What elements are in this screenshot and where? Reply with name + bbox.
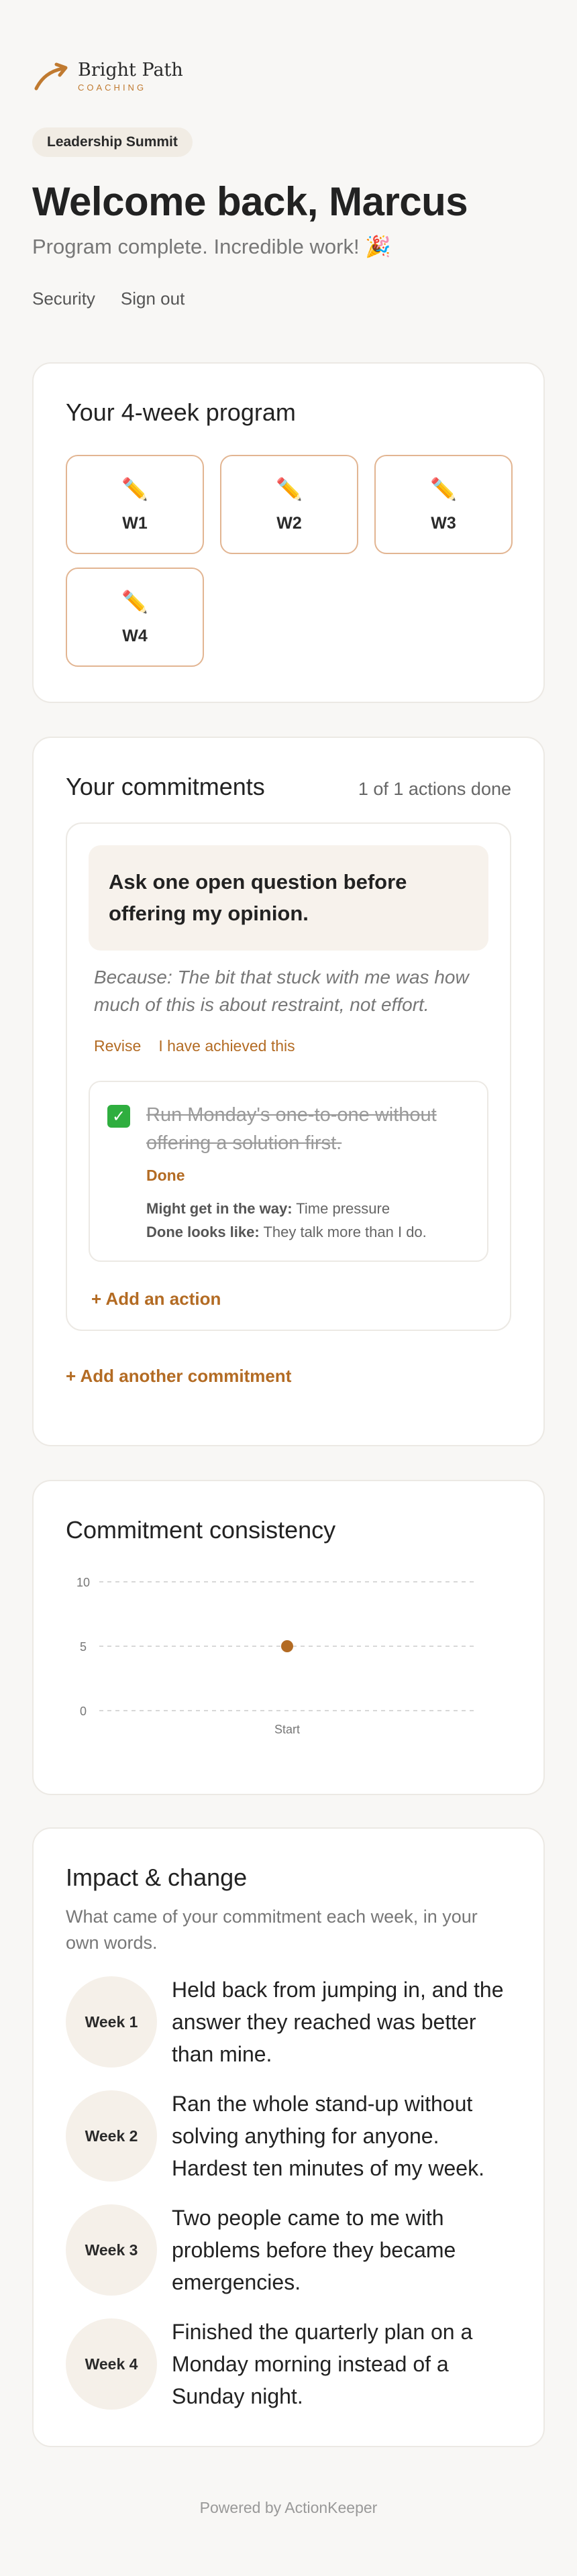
week-label: W4	[122, 626, 148, 645]
impact-subtitle: What came of your commitment each week, …	[66, 1907, 478, 1953]
week-button-w1[interactable]: ✏️ W1	[66, 455, 204, 554]
done-looks-like-value: They talk more than I do.	[263, 1224, 427, 1241]
page-title: Welcome back, Marcus	[32, 179, 468, 224]
program-badge: Leadership Summit	[32, 127, 193, 157]
consistency-chart: 0 5 10 Start	[66, 1571, 511, 1756]
commitment-reason: Because: The bit that stuck with me was …	[94, 967, 469, 1015]
action-meta: Might get in the way: Time pressure Done…	[146, 1197, 468, 1244]
impact-text: Finished the quarterly plan on a Monday …	[172, 2320, 473, 2409]
status-text: Program complete. Incredible work! 🎉	[32, 235, 391, 258]
chart-svg: 0 5 10 Start	[76, 1576, 475, 1736]
impact-row: Week 1 Held back from jumping in, and th…	[66, 1974, 511, 2070]
obstacle-label: Might get in the way:	[146, 1200, 293, 1218]
pencil-icon: ✏️	[430, 476, 457, 501]
impact-text: Ran the whole stand-up without solving a…	[172, 2092, 484, 2181]
impact-card: Impact & change What came of your commit…	[32, 1827, 545, 2447]
done-looks-like-label: Done looks like:	[146, 1224, 260, 1241]
brand-subtitle: COACHING	[78, 83, 147, 93]
week-button-w2[interactable]: ✏️ W2	[220, 455, 358, 554]
action-item: ✓ Run Monday's one-to-one without offeri…	[89, 1081, 488, 1262]
week-label: W1	[122, 513, 148, 533]
week-button-w3[interactable]: ✏️ W3	[374, 455, 513, 554]
y-tick-label: 5	[80, 1640, 87, 1654]
commitment-goal: Ask one open question before offering my…	[89, 845, 488, 951]
revise-button[interactable]: Revise	[94, 1037, 141, 1055]
week-grid: ✏️ W1 ✏️ W2 ✏️ W3 ✏️ W4	[66, 455, 513, 667]
add-commitment-button[interactable]: + Add another commitment	[66, 1366, 511, 1387]
pencil-icon: ✏️	[121, 476, 148, 501]
impact-title: Impact & change	[66, 1864, 248, 1891]
consistency-title: Commitment consistency	[66, 1516, 336, 1544]
security-link[interactable]: Security	[32, 288, 95, 309]
impact-list: Week 1 Held back from jumping in, and th…	[66, 1974, 511, 2412]
obstacle-value: Time pressure	[296, 1200, 390, 1218]
achieved-button[interactable]: I have achieved this	[158, 1037, 295, 1055]
sign-out-link[interactable]: Sign out	[121, 288, 185, 309]
week-badge: Week 4	[66, 2318, 157, 2410]
impact-row: Week 4 Finished the quarterly plan on a …	[66, 2316, 511, 2412]
add-action-button[interactable]: + Add an action	[89, 1289, 488, 1309]
commitments-card: Your commitments 1 of 1 actions done Ask…	[32, 737, 545, 1446]
y-tick-label: 10	[76, 1576, 90, 1589]
week-badge: Week 3	[66, 2204, 157, 2296]
footer-text: Powered by ActionKeeper	[199, 2499, 378, 2516]
x-tick-label: Start	[274, 1723, 300, 1736]
checkbox-checked-icon[interactable]: ✓	[107, 1105, 130, 1128]
action-status: Done	[146, 1167, 185, 1185]
action-text: Run Monday's one-to-one without offering…	[146, 1104, 437, 1155]
commitment-item: Ask one open question before offering my…	[66, 822, 511, 1331]
impact-text: Two people came to me with problems befo…	[172, 2206, 456, 2295]
actions-count: 1 of 1 actions done	[358, 779, 511, 799]
pencil-icon: ✏️	[276, 476, 303, 501]
impact-row: Week 3 Two people came to me with proble…	[66, 2202, 511, 2298]
program-title: Your 4-week program	[66, 398, 296, 426]
y-tick-label: 0	[80, 1705, 87, 1718]
impact-text: Held back from jumping in, and the answe…	[172, 1978, 504, 2067]
data-point	[281, 1640, 293, 1652]
brand-logo: Bright Path COACHING	[32, 0, 545, 93]
program-card: Your 4-week program ✏️ W1 ✏️ W2 ✏️ W3 ✏️…	[32, 362, 545, 703]
week-button-w4[interactable]: ✏️ W4	[66, 568, 204, 667]
week-label: W2	[276, 513, 302, 533]
arrow-logo-icon	[34, 62, 68, 91]
account-links: Security Sign out	[32, 288, 545, 309]
commitments-title: Your commitments	[66, 773, 265, 800]
week-badge: Week 1	[66, 1976, 157, 2068]
week-badge: Week 2	[66, 2090, 157, 2182]
consistency-card: Commitment consistency 0 5 10 Start	[32, 1480, 545, 1795]
week-label: W3	[431, 513, 456, 533]
brand-name: Bright Path	[78, 60, 183, 80]
pencil-icon: ✏️	[121, 589, 148, 614]
impact-row: Week 2 Ran the whole stand-up without so…	[66, 2088, 511, 2184]
